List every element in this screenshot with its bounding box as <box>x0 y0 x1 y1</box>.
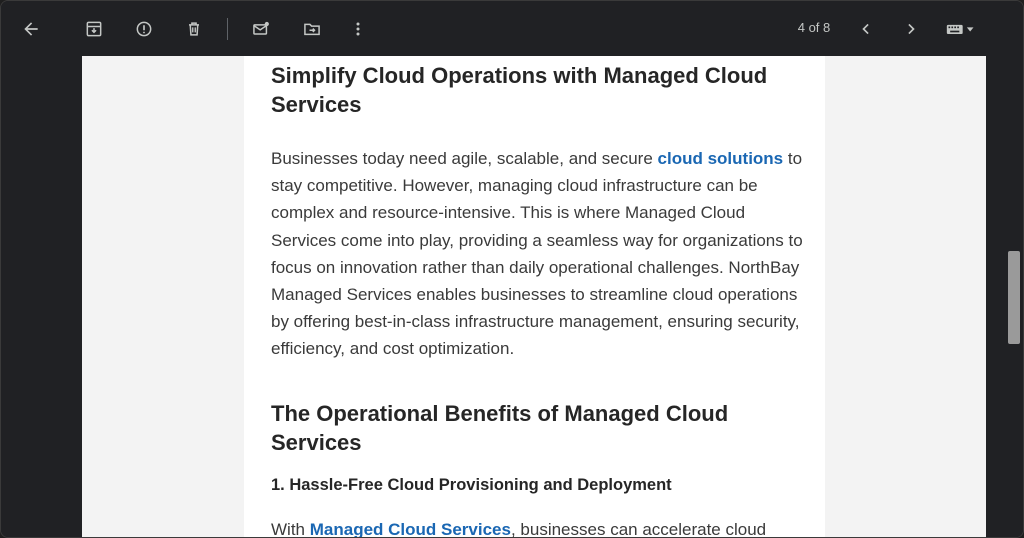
paragraph-text: to stay competitive. However, managing c… <box>271 149 803 359</box>
message-viewer: Simplify Cloud Operations with Managed C… <box>1 56 1023 537</box>
mark-unread-button[interactable] <box>247 15 275 43</box>
more-options-button[interactable] <box>344 15 372 43</box>
delete-button[interactable] <box>180 15 208 43</box>
toolbar: 4 of 8 <box>1 1 1023 56</box>
chevron-left-icon <box>862 23 869 35</box>
arrow-left-icon <box>24 22 38 36</box>
scrollbar-thumb[interactable] <box>1008 251 1020 344</box>
page-counter: 4 of 8 <box>797 20 831 35</box>
article-heading: Simplify Cloud Operations with Managed C… <box>271 63 768 117</box>
report-spam-button[interactable] <box>130 15 158 43</box>
managed-cloud-services-link[interactable]: Managed Cloud Services <box>310 520 511 537</box>
back-button[interactable] <box>17 15 45 43</box>
previous-button[interactable] <box>852 15 880 43</box>
paragraph-text: , businesses can accelerate cloud <box>510 520 767 538</box>
article-paragraph: Businesses today need agile, scalable, a… <box>271 145 811 363</box>
email-viewer-window: 4 of 8 Simplify Cloud Operations with Ma… <box>0 0 1024 538</box>
mark-unread-icon <box>253 21 269 35</box>
more-vertical-icon <box>356 22 360 36</box>
cloud-solutions-link[interactable]: cloud solutions <box>658 149 784 168</box>
article-paragraph: With Managed Cloud Services, businesses … <box>271 516 767 538</box>
paragraph-text: Businesses today need agile, scalable, a… <box>271 149 658 168</box>
section-heading: The Operational Benefits of Managed Clou… <box>271 401 729 455</box>
toolbar-divider <box>227 18 228 40</box>
subsection-heading: 1. Hassle-Free Cloud Provisioning and De… <box>271 476 672 494</box>
trash-icon <box>189 22 199 36</box>
archive-icon <box>86 21 102 37</box>
keyboard-icon <box>946 24 974 34</box>
email-content: Simplify Cloud Operations with Managed C… <box>244 56 825 537</box>
report-spam-icon <box>136 21 152 37</box>
move-to-button[interactable] <box>298 15 326 43</box>
paragraph-text: With <box>271 520 310 538</box>
archive-button[interactable] <box>80 15 108 43</box>
keyboard-shortcuts-button[interactable] <box>941 15 981 43</box>
move-to-folder-icon <box>304 23 320 36</box>
next-button[interactable] <box>897 15 925 43</box>
chevron-right-icon <box>908 23 915 35</box>
